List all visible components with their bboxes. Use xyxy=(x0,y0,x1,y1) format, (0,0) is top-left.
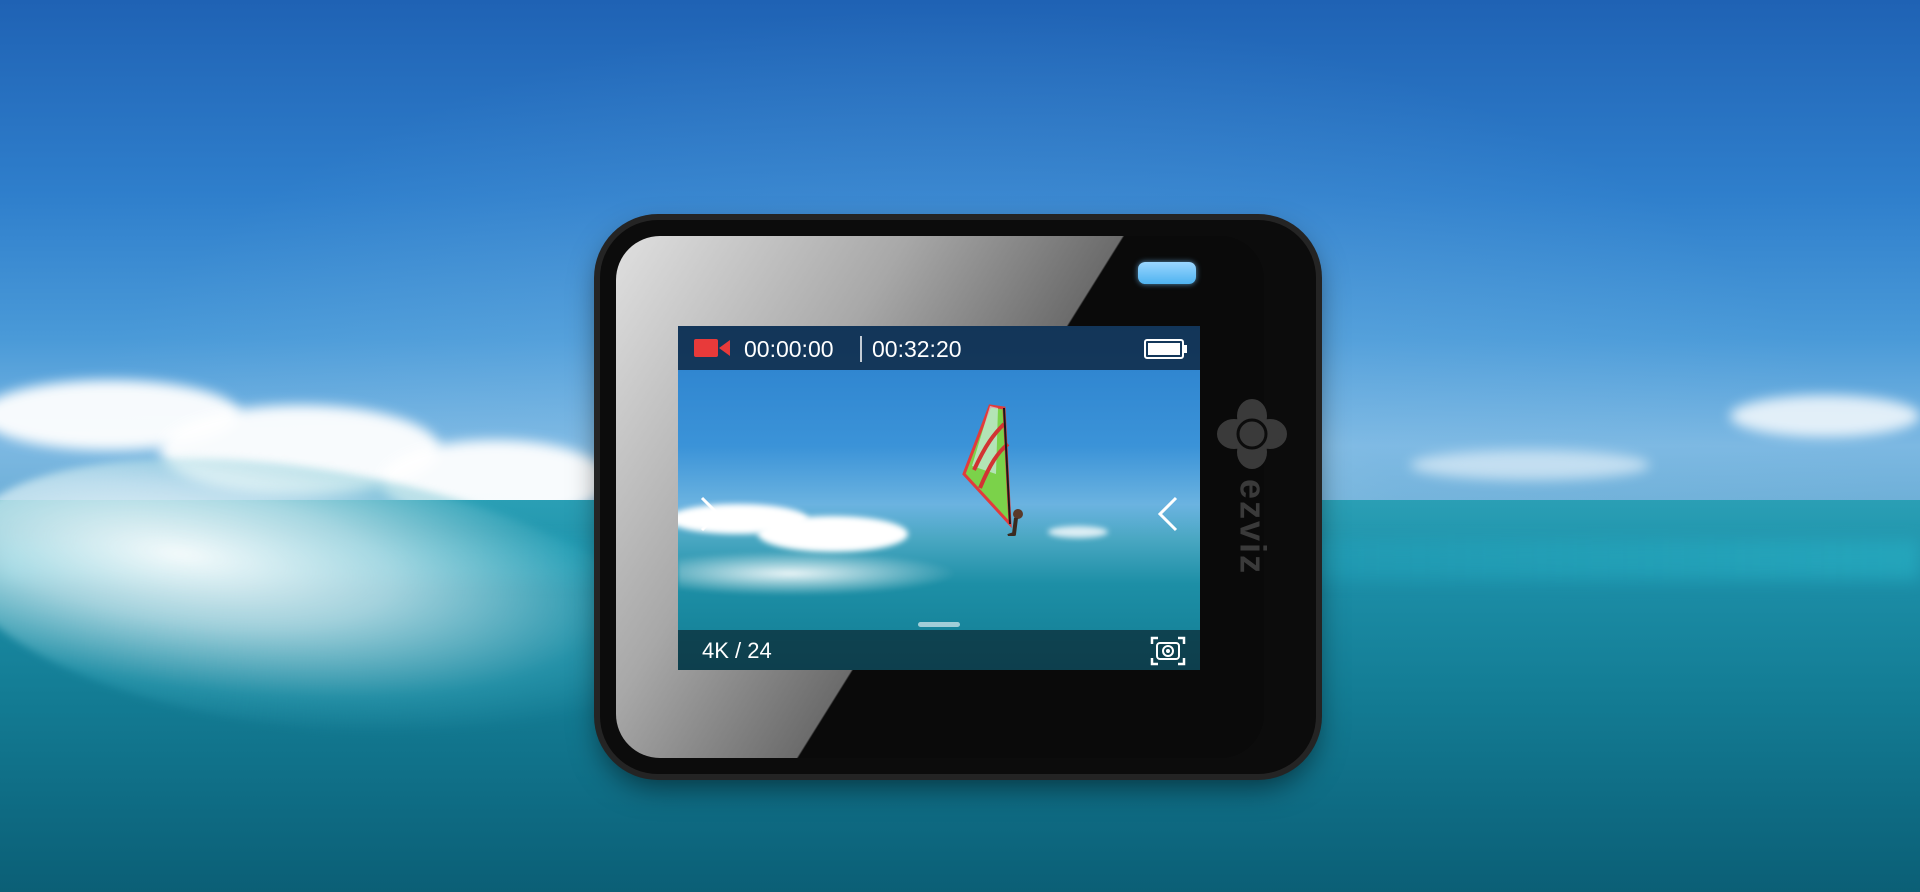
status-led xyxy=(1138,262,1196,284)
recording-elapsed-time: 00:00:00 xyxy=(744,336,834,362)
screen-sea-spray xyxy=(678,551,958,596)
screen-preview xyxy=(678,326,1200,670)
cloud-right xyxy=(1730,395,1920,437)
record-video-icon[interactable] xyxy=(694,339,730,357)
swipe-handle[interactable] xyxy=(918,622,960,627)
chevron-left-icon[interactable] xyxy=(1154,494,1184,534)
recording-remaining-time: 00:32:20 xyxy=(872,336,962,362)
screen-bottom-bar: 4K / 24 xyxy=(678,630,1200,670)
screen-cloud-3 xyxy=(1048,526,1108,538)
screen-cloud-2 xyxy=(758,516,908,552)
chevron-right-icon[interactable] xyxy=(694,494,724,534)
snapshot-icon[interactable] xyxy=(1148,634,1188,668)
time-divider xyxy=(860,336,862,362)
ezviz-wordmark: ezviz xyxy=(1232,479,1270,575)
cloud-right-2 xyxy=(1410,450,1650,480)
screen-status-bar: 00:00:00 00:32:20 xyxy=(678,326,1200,370)
camera-screen[interactable]: 00:00:00 00:32:20 4K / 24 xyxy=(678,326,1200,670)
resolution-fps[interactable]: 4K / 24 xyxy=(702,638,772,664)
battery-icon xyxy=(1144,339,1187,359)
action-camera: 00:00:00 00:32:20 4K / 24 ezviz xyxy=(600,220,1316,774)
brand-name: ezviz xyxy=(1232,479,1270,575)
hero-background: 00:00:00 00:32:20 4K / 24 ezviz xyxy=(0,0,1920,892)
windsurfer xyxy=(962,404,1023,536)
